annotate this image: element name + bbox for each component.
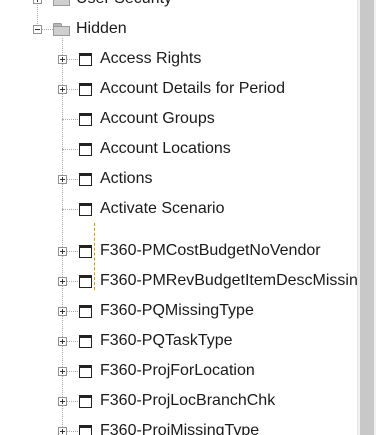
tree-node[interactable]: Account Groups [0, 104, 357, 134]
folder-icon [53, 0, 70, 6]
tree-node-label: Account Details for Period [100, 80, 285, 97]
plus-box-icon[interactable] [58, 277, 67, 286]
window-icon [79, 53, 92, 66]
tree-node-label: Activate Scenario [100, 200, 225, 217]
tree-node[interactable]: Account Locations [0, 134, 357, 164]
tree-node-label: F360-ProjForLocation [100, 362, 255, 379]
window-icon [79, 425, 92, 435]
plus-box-icon[interactable] [58, 55, 67, 64]
window-icon [79, 395, 92, 408]
window-icon [79, 275, 92, 288]
scrollbar-thumb[interactable] [360, 0, 374, 435]
tree-node-label: F360-ProjMissingType [100, 422, 260, 435]
window-icon [79, 173, 92, 186]
minus-box-icon[interactable] [33, 25, 42, 34]
tree-node[interactable]: F360-ProjLocBranchChk [0, 386, 357, 416]
window-icon [79, 245, 92, 258]
plus-box-icon[interactable] [58, 367, 67, 376]
tree-node-label: F360-PQTaskType [100, 332, 233, 349]
window-icon [79, 335, 92, 348]
window-icon [79, 143, 92, 156]
window-icon [79, 365, 92, 378]
tree-node-label: User Security [76, 0, 172, 9]
tree-view-panel: User Security Hidden Access Rights Accoun… [0, 0, 390, 435]
tree-node-label: Account Groups [100, 110, 215, 127]
window-icon [79, 113, 92, 126]
tree-node-user-security[interactable]: User Security [0, 0, 357, 14]
plus-box-icon[interactable] [58, 397, 67, 406]
plus-box-icon[interactable] [33, 0, 42, 4]
tree-node[interactable]: F360-PMCostBudgetNoVendor [0, 236, 357, 266]
plus-box-icon[interactable] [58, 307, 67, 316]
tree-guide [62, 209, 78, 210]
tree-node-label: Actions [100, 170, 153, 187]
tree-node[interactable]: F360-PQTaskType [0, 326, 357, 356]
tree-node[interactable]: F360-PQMissingType [0, 296, 357, 326]
tree-node-label: F360-PMCostBudgetNoVendor [100, 242, 321, 259]
tree-node-label: Hidden [76, 20, 127, 37]
plus-box-icon[interactable] [58, 337, 67, 346]
plus-box-icon[interactable] [58, 85, 67, 94]
tree-node-label: Access Rights [100, 50, 202, 67]
tree-node[interactable]: Account Details for Period [0, 74, 357, 104]
tree-node[interactable]: Activate Scenario [0, 194, 357, 224]
plus-box-icon[interactable] [58, 427, 67, 435]
tree-node[interactable]: F360-ProjForLocation [0, 356, 357, 386]
tree-guide [62, 119, 78, 120]
window-icon [79, 305, 92, 318]
folder-icon [53, 23, 70, 36]
tree-node[interactable]: F360-PMRevBudgetItemDescMissing [0, 266, 357, 296]
tree-node[interactable]: Access Rights [0, 44, 357, 74]
window-icon [79, 83, 92, 96]
plus-box-icon[interactable] [58, 175, 67, 184]
vertical-scrollbar[interactable] [357, 0, 376, 435]
tree-node[interactable]: F360-ProjMissingType [0, 416, 357, 435]
panel-edge [376, 0, 390, 435]
tree-node-hidden[interactable]: Hidden [0, 14, 357, 44]
tree-view: User Security Hidden Access Rights Accoun… [0, 0, 357, 435]
tree-node[interactable]: Actions [0, 164, 357, 194]
plus-box-icon[interactable] [58, 247, 67, 256]
tree-node-label: Account Locations [100, 140, 231, 157]
tree-node-label: F360-PMRevBudgetItemDescMissing [100, 272, 357, 289]
window-icon [79, 203, 92, 216]
tree-node-label: F360-PQMissingType [100, 302, 254, 319]
tree-node-label: F360-ProjLocBranchChk [100, 392, 276, 409]
tree-guide [62, 149, 78, 150]
